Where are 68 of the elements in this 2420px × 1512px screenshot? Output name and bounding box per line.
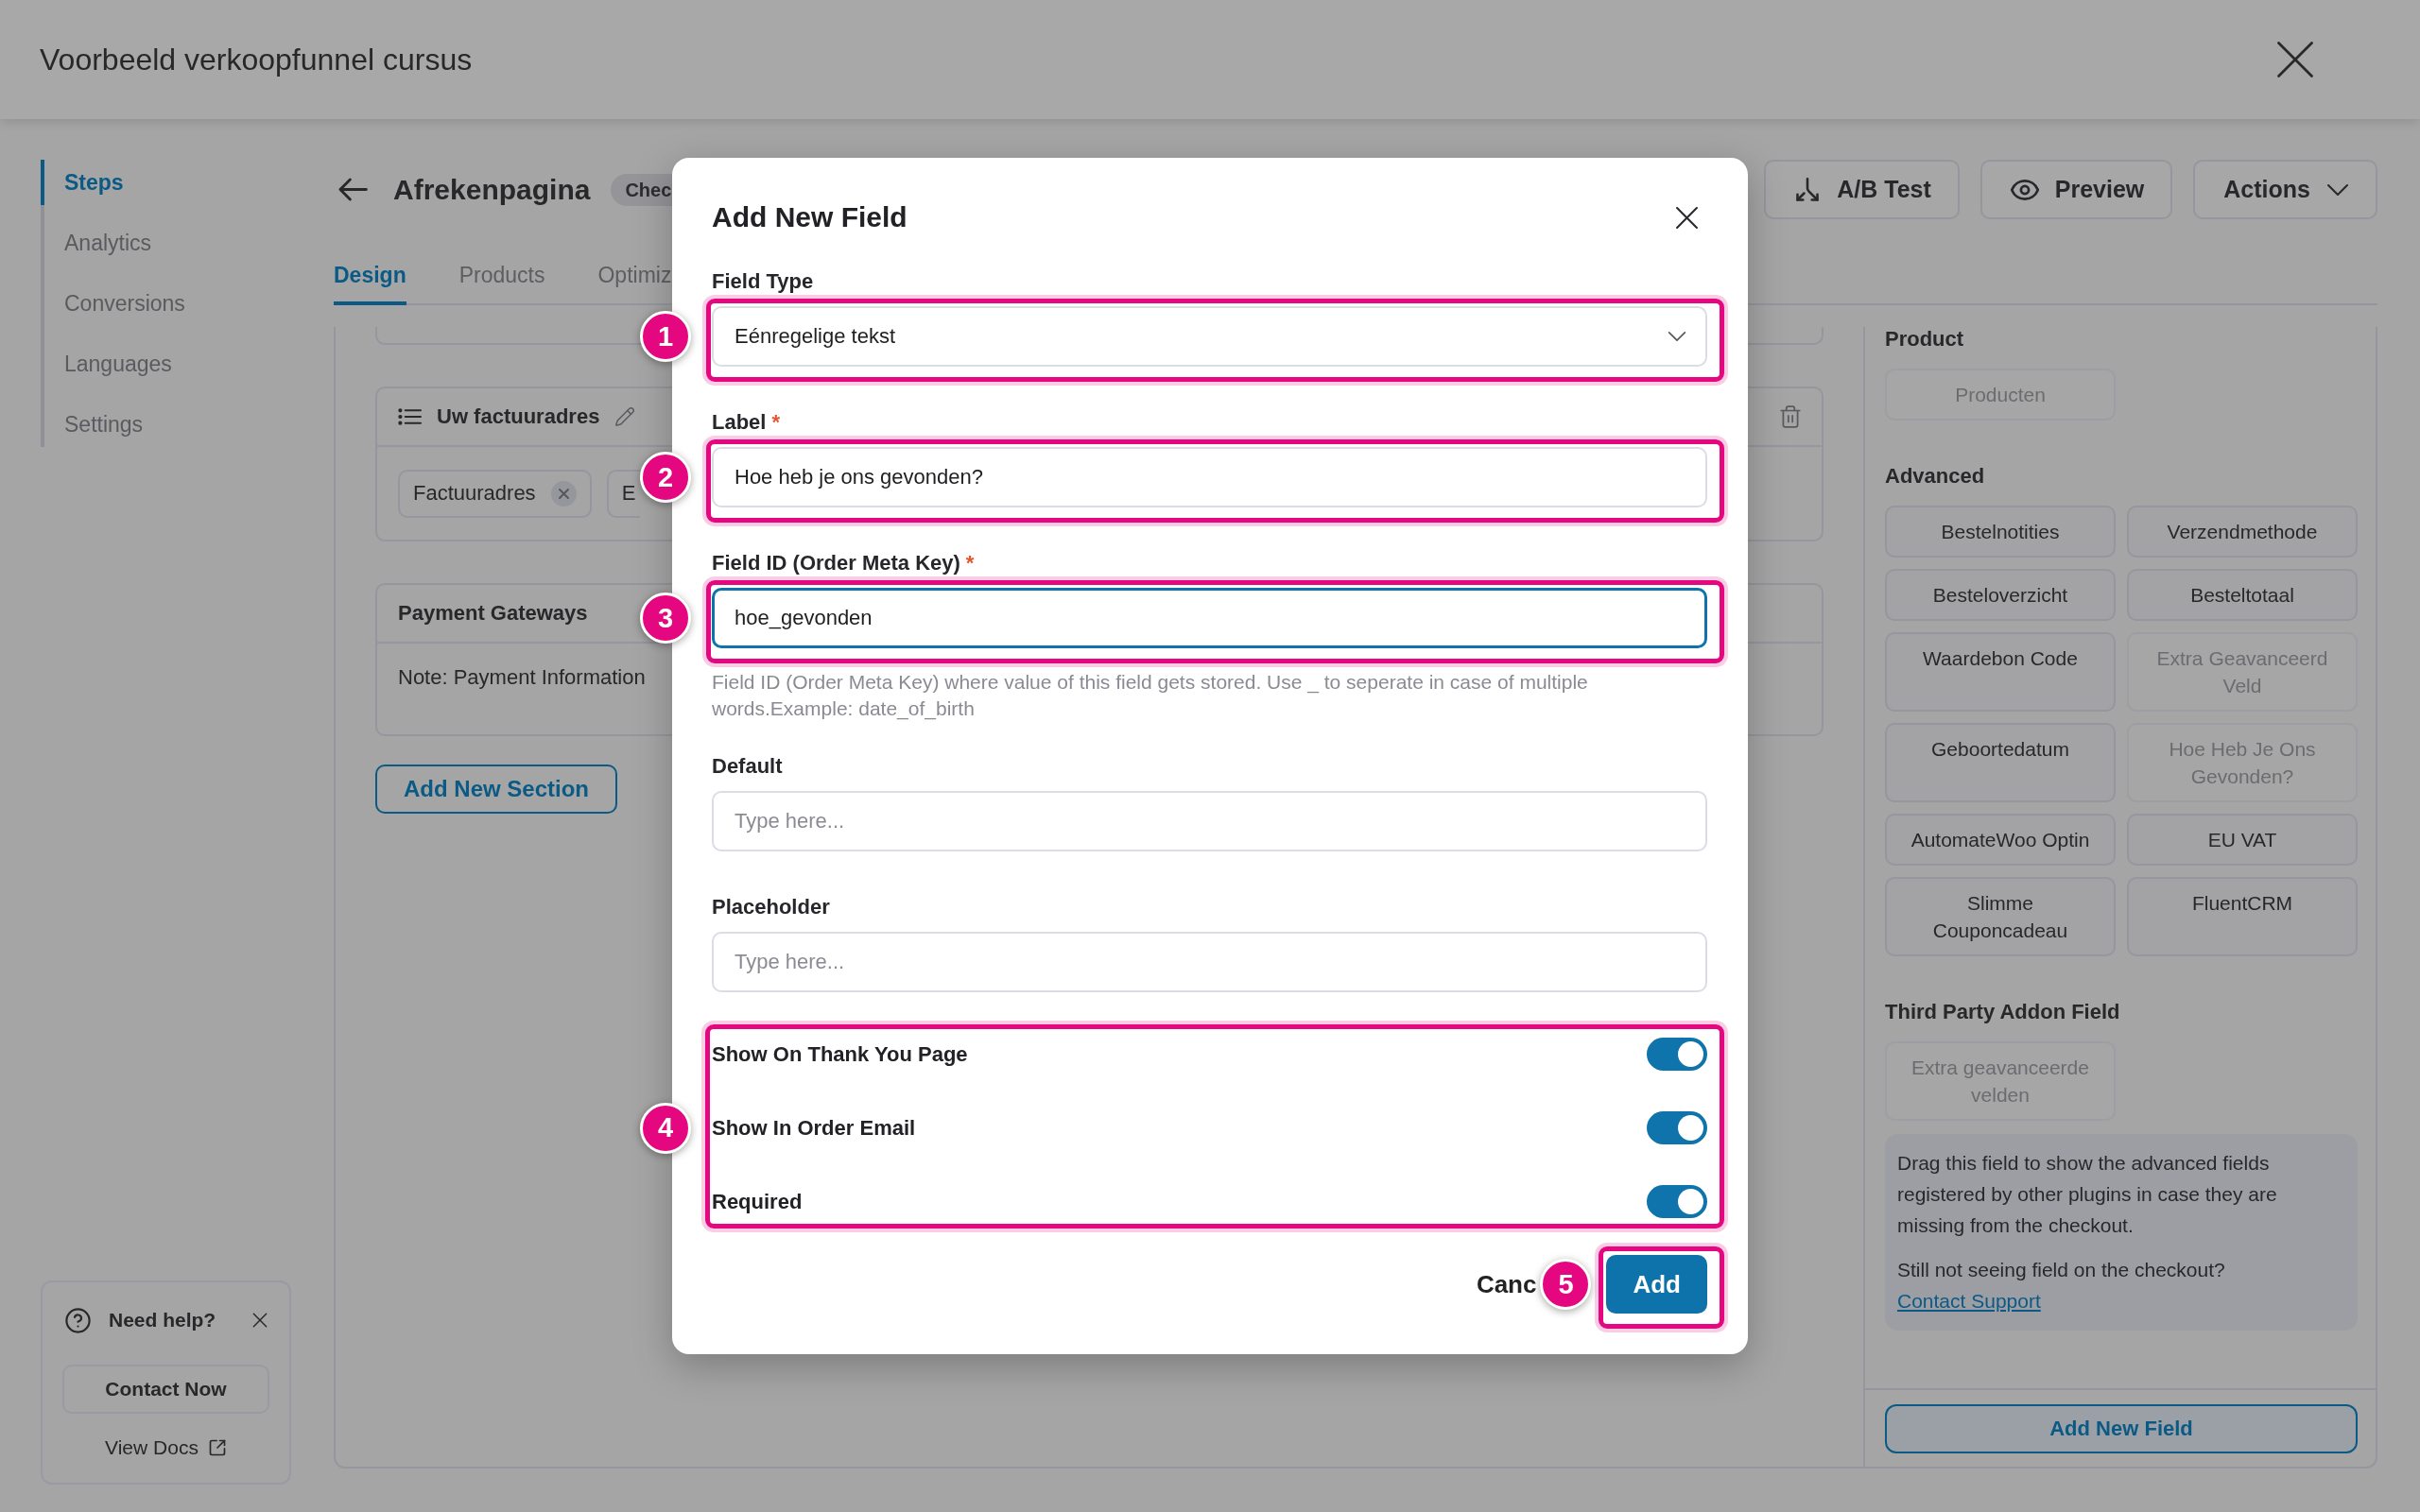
callout-number: 3 [640,593,691,644]
callout-number: 2 [640,452,691,503]
palette-item[interactable]: FluentCRM [2127,877,2358,956]
sidebar-item[interactable]: Steps [41,160,124,205]
field-chip[interactable]: E [606,469,640,518]
back-arrow-icon[interactable] [337,176,369,203]
palette-item[interactable]: Besteltotaal [2127,569,2358,621]
callout-number: 4 [640,1102,691,1154]
palette-item[interactable]: Slimme Couponcadeau [1885,877,2116,956]
help-text: Field ID (Order Meta Key) where value of this field gets stored. Use _ to seperate in case of multiple words.Example: date_of_birth [712,670,1589,722]
toggle-switch[interactable] [1647,1111,1707,1144]
view-docs-link[interactable]: View Docs [105,1435,227,1461]
field-label: Label * [712,410,781,435]
text-field[interactable]: hoe_gevonden [712,588,1707,648]
list-icon [398,407,422,426]
actions-button[interactable]: Actions [2193,160,2377,219]
field-label: Default [712,754,783,779]
info-text: Drag this field to show the advanced fields registered by other plugins in case they are missing from the checkout. [1897,1151,2278,1238]
page-title: Afrekenpagina [393,172,591,207]
group-heading: Product [1885,327,1964,352]
preview-button[interactable]: Preview [1979,160,2173,219]
close-icon[interactable] [2275,40,2315,79]
chevron-down-icon [2326,182,2349,197]
close-icon[interactable] [1675,205,1699,230]
select-field[interactable]: Eénregelige tekst [712,306,1707,367]
field-label: Field ID (Order Meta Key) * [712,551,975,576]
external-link-icon [207,1438,227,1457]
cancel-button[interactable]: Canc [1476,1269,1537,1299]
palette-item[interactable]: Geboortedatum [1885,723,2116,802]
palette-item[interactable]: AutomateWoo Optin [1885,814,2116,866]
palette-item[interactable]: Verzendmethode [2127,506,2358,558]
callout-number: 1 [640,311,691,362]
header-title: Voorbeeld verkoopfunnel cursus [40,42,473,78]
toggle-switch[interactable] [1647,1038,1707,1071]
toggle-label: Required [712,1189,803,1214]
palette-item[interactable]: Waardebon Code [1885,632,2116,712]
trash-icon[interactable] [1778,404,1803,429]
field-label: Field Type [712,269,814,294]
info-text: Still not seeing field on the checkout? Contact Support [1897,1258,2226,1314]
modal-title: Add New Field [712,200,908,234]
help-icon [64,1306,92,1334]
text-field[interactable]: Type here... [712,932,1707,992]
help-title: Need help? [109,1308,216,1332]
add-section-button[interactable]: Add New Section [375,765,618,814]
add-button[interactable]: Add [1606,1255,1707,1314]
contact-button[interactable]: Contact Now [62,1365,269,1414]
pencil-icon[interactable] [614,406,636,427]
ab-test-button[interactable]: A/B Test [1764,160,1960,219]
text-field[interactable]: Type here... [712,791,1707,851]
section-title: Payment Gateways [398,600,588,627]
group-heading: Third Party Addon Field [1885,1000,2120,1024]
note-text: Note: Payment Information [398,664,646,691]
chevron-down-icon [1668,331,1686,342]
toggle-label: Show On Thank You Page [712,1041,968,1067]
section-title: Uw factuuradres [437,404,600,430]
tab[interactable]: Design [334,243,406,305]
split-arrow-icon [1794,176,1822,203]
field-chip[interactable]: Factuuradres [398,469,592,518]
group-heading: Advanced [1885,464,1985,489]
text-field[interactable]: Hoe heb je ons gevonden? [712,447,1707,507]
palette-item[interactable]: EU VAT [2127,814,2358,866]
field-label: Placeholder [712,895,830,919]
palette-item[interactable]: Bestelnotities [1885,506,2116,558]
eye-icon [2010,179,2039,200]
close-icon[interactable] [252,1313,268,1328]
toggle-switch[interactable] [1647,1185,1707,1218]
palette-item[interactable]: Besteloverzicht [1885,569,2116,621]
toggle-label: Show In Order Email [712,1115,916,1141]
